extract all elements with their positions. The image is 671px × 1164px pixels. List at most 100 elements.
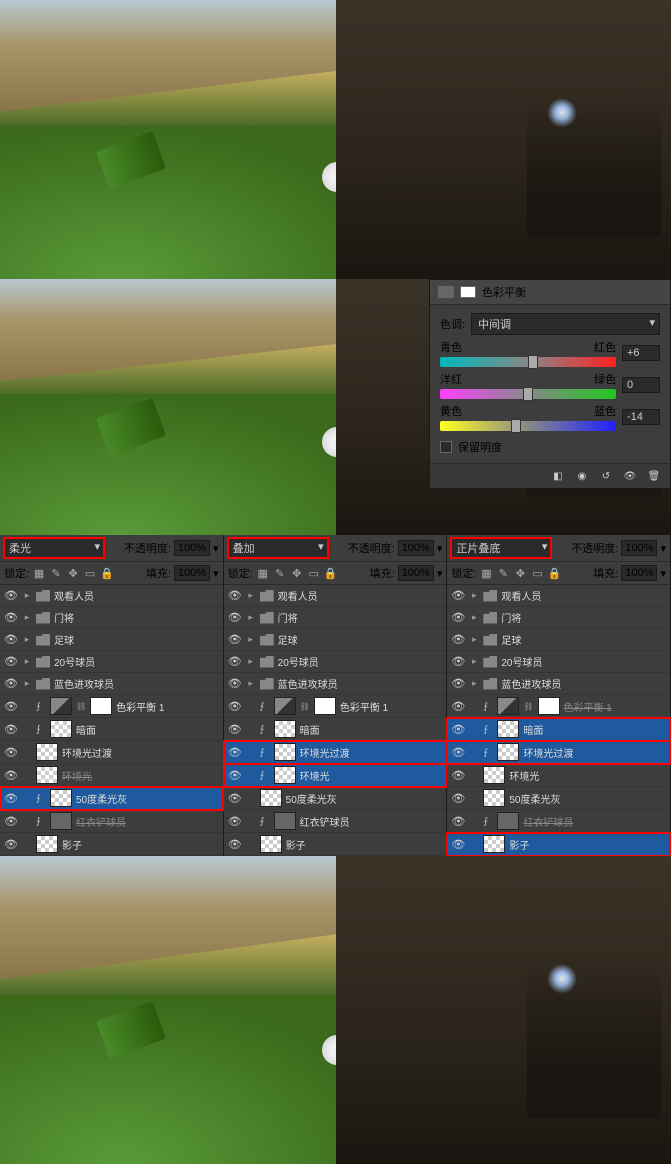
opacity-value[interactable]: 100% <box>621 540 657 556</box>
preserve-luminosity-checkbox[interactable] <box>440 441 452 453</box>
visibility-toggle[interactable]: 👁 <box>4 769 18 782</box>
layer-name[interactable]: 色彩平衡 1 <box>116 699 219 714</box>
blend-mode-select[interactable]: 柔光 <box>4 538 104 558</box>
fill-value[interactable]: 100% <box>621 565 657 581</box>
expand-arrow[interactable]: ▸ <box>22 634 32 645</box>
layer-name[interactable]: 影子 <box>62 837 219 852</box>
lock-transparency-icon[interactable]: ▦ <box>256 567 270 579</box>
visibility-toggle[interactable]: 👁 <box>451 700 465 713</box>
fill-flyout[interactable]: ▾ <box>437 567 443 580</box>
layer-row[interactable]: 👁 50度柔光灰 <box>447 787 670 810</box>
visibility-toggle[interactable]: 👁 <box>228 723 242 736</box>
visibility-toggle[interactable]: 👁 <box>4 589 18 602</box>
blend-mode-select[interactable]: 叠加 <box>228 538 328 558</box>
visibility-toggle[interactable]: 👁 <box>228 815 242 828</box>
visibility-toggle[interactable]: 👁 <box>451 589 465 602</box>
visibility-toggle[interactable]: 👁 <box>451 769 465 782</box>
visibility-toggle[interactable]: 👁 <box>228 746 242 759</box>
visibility-toggle[interactable]: 👁 <box>228 589 242 602</box>
visibility-toggle[interactable]: 👁 <box>451 792 465 805</box>
layer-name[interactable]: 50度柔光灰 <box>286 791 443 806</box>
layer-row[interactable]: 👁 影子 <box>0 833 223 856</box>
layer-name[interactable]: 暗面 <box>300 722 443 737</box>
layer-row[interactable]: 👁▸ 20号球员 <box>447 651 670 673</box>
visibility-toggle[interactable]: 👁 <box>4 815 18 828</box>
lock-artboard-icon[interactable]: ▭ <box>83 567 97 579</box>
tone-select[interactable]: 中间调 <box>471 313 660 335</box>
visibility-toggle[interactable]: 👁 <box>4 611 18 624</box>
layer-row[interactable]: 👁▸ 门将 <box>0 607 223 629</box>
view-prev-icon[interactable]: ◉ <box>572 468 592 484</box>
layer-name[interactable]: 足球 <box>278 632 443 647</box>
color-slider-0[interactable] <box>440 357 616 367</box>
visibility-toggle[interactable]: 👁 <box>4 838 18 851</box>
layer-row[interactable]: 👁▸ 蓝色进攻球员 <box>447 673 670 695</box>
layer-row[interactable]: 👁▸ 观看人员 <box>0 585 223 607</box>
fill-value[interactable]: 100% <box>398 565 434 581</box>
visibility-toggle[interactable]: 👁 <box>4 723 18 736</box>
layer-name[interactable]: 蓝色进攻球员 <box>278 676 443 691</box>
layer-row[interactable]: 👁▸ 蓝色进攻球员 <box>0 673 223 695</box>
layer-name[interactable]: 红衣铲球员 <box>76 814 219 829</box>
layer-row[interactable]: 👁⨍⛓色彩平衡 1 <box>447 695 670 718</box>
layer-name[interactable]: 环境光 <box>509 768 666 783</box>
lock-position-icon[interactable]: ✥ <box>290 567 304 579</box>
slider-value-2[interactable]: -14 <box>622 409 660 425</box>
visibility-toggle[interactable]: 👁 <box>451 611 465 624</box>
layer-row[interactable]: 👁 环境光 <box>447 764 670 787</box>
layer-name[interactable]: 门将 <box>54 610 219 625</box>
layer-row[interactable]: 👁▸ 观看人员 <box>447 585 670 607</box>
opacity-flyout[interactable]: ▾ <box>213 542 219 555</box>
opacity-value[interactable]: 100% <box>174 540 210 556</box>
layer-row[interactable]: 👁▸ 20号球员 <box>0 651 223 673</box>
layer-row[interactable]: 👁⨍暗面 <box>224 718 447 741</box>
visibility-toggle[interactable]: 👁 <box>4 746 18 759</box>
visibility-icon[interactable]: 👁 <box>620 468 640 484</box>
expand-arrow[interactable]: ▸ <box>246 656 256 667</box>
layer-name[interactable]: 红衣铲球员 <box>300 814 443 829</box>
color-slider-1[interactable] <box>440 389 616 399</box>
layer-row[interactable]: 👁⨍红衣铲球员 <box>224 810 447 833</box>
layer-name[interactable]: 环境光过渡 <box>62 745 219 760</box>
layer-row[interactable]: 👁▸ 足球 <box>447 629 670 651</box>
lock-pixels-icon[interactable]: ✎ <box>49 567 63 579</box>
lock-all-icon[interactable]: 🔒 <box>324 567 338 579</box>
opacity-flyout[interactable]: ▾ <box>437 542 443 555</box>
opacity-value[interactable]: 100% <box>398 540 434 556</box>
visibility-toggle[interactable]: 👁 <box>228 633 242 646</box>
visibility-toggle[interactable]: 👁 <box>228 769 242 782</box>
slider-value-0[interactable]: +6 <box>622 345 660 361</box>
layer-row[interactable]: 👁50度柔光灰 <box>224 787 447 810</box>
visibility-toggle[interactable]: 👁 <box>4 700 18 713</box>
layer-row[interactable]: 👁▸ 门将 <box>224 607 447 629</box>
layer-name[interactable]: 20号球员 <box>278 654 443 669</box>
layer-name[interactable]: 足球 <box>501 632 666 647</box>
visibility-toggle[interactable]: 👁 <box>451 838 465 851</box>
layer-row[interactable]: 👁影子 <box>447 833 670 856</box>
layer-row[interactable]: 👁⨍暗面 <box>447 718 670 741</box>
layer-name[interactable]: 环境光 <box>62 768 219 783</box>
layer-row[interactable]: 👁⨍50度柔光灰 <box>0 787 223 810</box>
slider-value-1[interactable]: 0 <box>622 377 660 393</box>
fill-flyout[interactable]: ▾ <box>213 567 219 580</box>
visibility-toggle[interactable]: 👁 <box>451 677 465 690</box>
visibility-toggle[interactable]: 👁 <box>228 677 242 690</box>
fill-value[interactable]: 100% <box>174 565 210 581</box>
layer-name[interactable]: 暗面 <box>76 722 219 737</box>
lock-position-icon[interactable]: ✥ <box>513 567 527 579</box>
lock-artboard-icon[interactable]: ▭ <box>307 567 321 579</box>
delete-icon[interactable]: 🗑 <box>644 468 664 484</box>
fill-flyout[interactable]: ▾ <box>660 567 666 580</box>
layer-row[interactable]: 👁▸ 足球 <box>224 629 447 651</box>
expand-arrow[interactable]: ▸ <box>246 678 256 689</box>
layer-name[interactable]: 观看人员 <box>54 588 219 603</box>
visibility-toggle[interactable]: 👁 <box>451 633 465 646</box>
layer-name[interactable]: 50度柔光灰 <box>509 791 666 806</box>
layer-name[interactable]: 环境光过渡 <box>523 745 666 760</box>
layer-row[interactable]: 👁⨍环境光过渡 <box>447 741 670 764</box>
expand-arrow[interactable]: ▸ <box>22 656 32 667</box>
visibility-toggle[interactable]: 👁 <box>228 700 242 713</box>
layer-row[interactable]: 👁 ▸ 蓝色进攻球员 <box>224 673 447 695</box>
layer-name[interactable]: 影子 <box>286 837 443 852</box>
layer-row[interactable]: 👁▸ 足球 <box>0 629 223 651</box>
